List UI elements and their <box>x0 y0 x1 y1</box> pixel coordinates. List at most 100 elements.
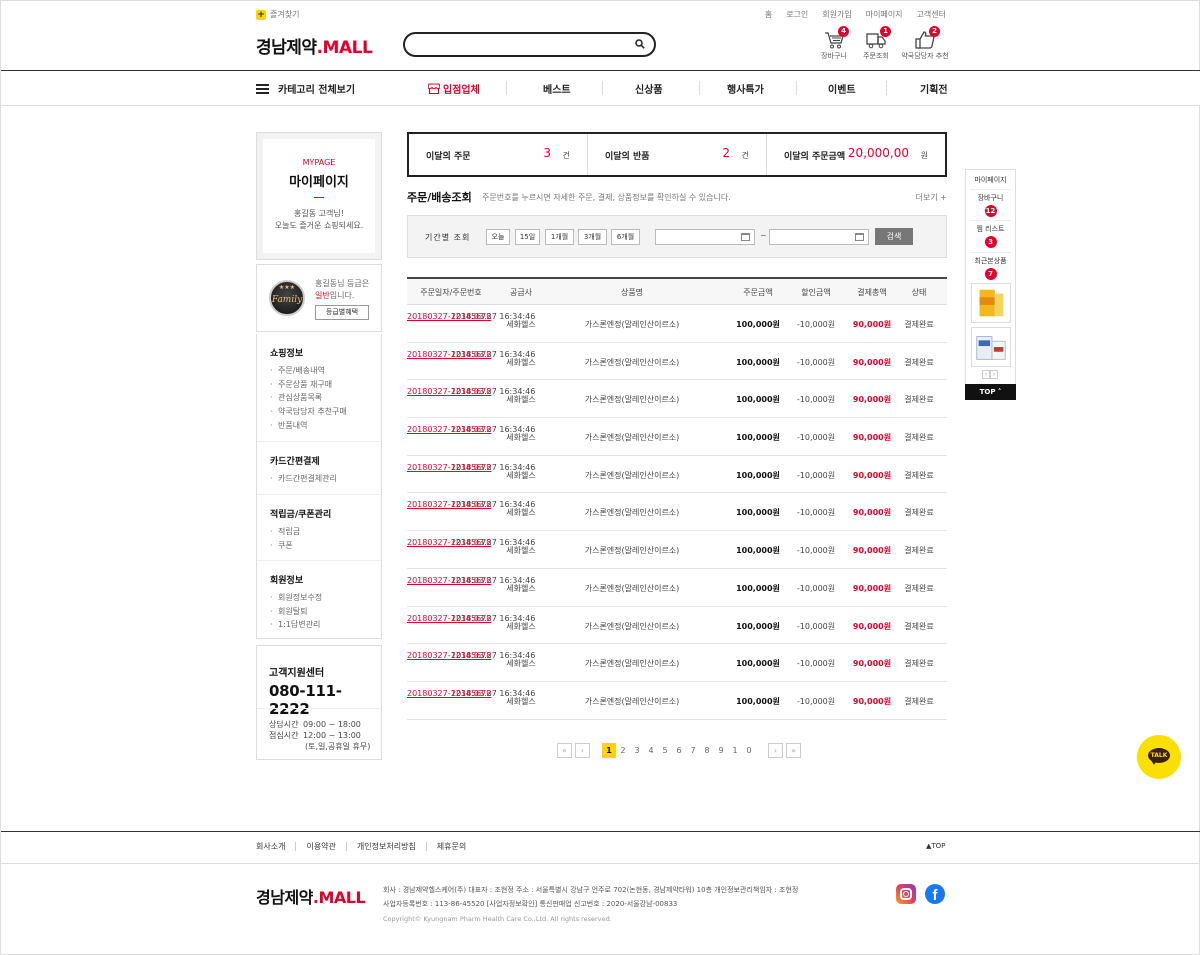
sidebar-item-reorder[interactable]: 주문상품 재구매 <box>270 378 368 392</box>
order-lookup-button[interactable]: 1 주문조회 <box>853 26 899 61</box>
page-2[interactable]: 2 <box>616 743 630 758</box>
calendar-icon[interactable] <box>855 233 864 241</box>
sidebar-item-wishlist[interactable]: 관심상품목록 <box>270 391 368 405</box>
order-number-link[interactable]: 20180327-12345678 <box>407 350 491 360</box>
status-cell: 결제완료 <box>904 659 934 669</box>
grade-benefit-button[interactable]: 등급별혜택 <box>315 305 369 320</box>
calendar-icon[interactable] <box>741 233 750 241</box>
page-10a[interactable]: 1 <box>728 743 742 758</box>
recent-next-button[interactable]: › <box>990 370 998 379</box>
sidebar-item-recommend[interactable]: 약국담당자 추천구매 <box>270 405 368 419</box>
product-name-cell[interactable]: 가스론엔정(말레인산이르소) <box>547 621 717 632</box>
page-10b[interactable]: 0 <box>742 743 756 758</box>
favorites-label: 즐겨찾기 <box>270 10 300 19</box>
prev-page-button[interactable]: ‹ <box>575 742 590 758</box>
scroll-top-button[interactable]: TOP ˄ <box>965 384 1016 400</box>
logo[interactable]: 경남제약.MALL <box>256 33 373 58</box>
top-link-home[interactable]: 홈 <box>765 9 772 20</box>
more-link[interactable]: 더보기 + <box>916 192 947 203</box>
order-number-link[interactable]: 20180327-12345678 <box>407 500 491 510</box>
sidebar-item-withdraw[interactable]: 회원탈퇴 <box>270 605 368 619</box>
start-date-field[interactable] <box>655 229 755 245</box>
quick-mypage[interactable]: 마이페이지 <box>966 175 1015 185</box>
page-6[interactable]: 6 <box>672 743 686 758</box>
next-page-button[interactable]: › <box>768 742 783 758</box>
footer-link-partner[interactable]: 제휴문의 <box>437 841 466 852</box>
sidebar-item-qna[interactable]: 1:1답변관리 <box>270 618 368 632</box>
top-link-cs[interactable]: 고객센터 <box>917 9 946 20</box>
nav-best[interactable]: 베스트 <box>543 81 571 96</box>
menu-group-title: 적립금/쿠폰관리 <box>270 510 332 520</box>
footer-top-link[interactable]: ▲TOP <box>926 842 945 850</box>
sidebar-item-card-pay[interactable]: 카드간편결제관리 <box>270 472 368 486</box>
product-name-cell[interactable]: 가스론엔정(말레인산이르소) <box>547 658 717 669</box>
search-icon[interactable] <box>635 39 645 49</box>
period-today-button[interactable]: 오늘 <box>486 229 510 245</box>
facebook-icon[interactable]: f <box>925 884 945 904</box>
order-number-link[interactable]: 20180327-12345678 <box>407 312 491 322</box>
nav-new[interactable]: 신상품 <box>635 81 663 96</box>
sidebar-item-orders[interactable]: 주문/배송내역 <box>270 364 368 378</box>
top-link-join[interactable]: 회원가입 <box>822 9 851 20</box>
recent-product-thumb[interactable] <box>971 283 1011 323</box>
footer-link-terms[interactable]: 이용약관 <box>306 841 335 852</box>
main-nav: 카테고리 전체보기 입점업체 베스트 신상품 행사특가 이벤트 기획전 <box>1 70 1200 106</box>
product-name-cell[interactable]: 가스론엔정(말레인산이르소) <box>547 545 717 556</box>
cart-button[interactable]: 4 장바구니 <box>811 26 857 61</box>
search-button[interactable]: 검색 <box>875 228 913 245</box>
nav-stores[interactable]: 입점업체 <box>427 81 480 96</box>
product-name-cell[interactable]: 가스론엔정(말레인산이르소) <box>547 507 717 518</box>
product-name-cell[interactable]: 가스론엔정(말레인산이르소) <box>547 394 717 405</box>
period-15d-button[interactable]: 15일 <box>515 229 540 245</box>
product-name-cell[interactable]: 가스론엔정(말레인산이르소) <box>547 432 717 443</box>
product-name-cell[interactable]: 가스론엔정(말레인산이르소) <box>547 696 717 707</box>
sidebar-item-edit-info[interactable]: 회원정보수정 <box>270 591 368 605</box>
product-name-cell[interactable]: 가스론엔정(말레인산이르소) <box>547 470 717 481</box>
top-link-mypage[interactable]: 마이페이지 <box>866 9 903 20</box>
quick-recent[interactable]: 최근본상품 7 <box>966 256 1015 280</box>
page-3[interactable]: 3 <box>630 743 644 758</box>
search-input[interactable] <box>417 37 627 52</box>
product-name-cell[interactable]: 가스론엔정(말레인산이르소) <box>547 319 717 330</box>
order-number-link[interactable]: 20180327-12345678 <box>407 463 491 473</box>
period-3m-button[interactable]: 3개월 <box>578 229 607 245</box>
pharmacist-recommend-button[interactable]: 2 약국담당자 추천 <box>897 26 953 61</box>
order-number-link[interactable]: 20180327-12345678 <box>407 689 491 699</box>
page-7[interactable]: 7 <box>686 743 700 758</box>
quick-wishlist[interactable]: 찜 리스트 3 <box>966 224 1015 248</box>
order-number-link[interactable]: 20180327-12345678 <box>407 387 491 397</box>
sidebar-item-points[interactable]: 적립금 <box>270 525 368 539</box>
page-1[interactable]: 1 <box>602 742 616 758</box>
page-8[interactable]: 8 <box>700 743 714 758</box>
sidebar-item-coupons[interactable]: 쿠폰 <box>270 539 368 553</box>
quick-cart[interactable]: 장바구니 12 <box>966 193 1015 217</box>
product-name-cell[interactable]: 가스론엔정(말레인산이르소) <box>547 357 717 368</box>
order-number-link[interactable]: 20180327-12345678 <box>407 538 491 548</box>
nav-sale[interactable]: 행사특가 <box>727 81 764 96</box>
favorites-link[interactable]: + 즐겨찾기 <box>256 9 299 20</box>
order-number-link[interactable]: 20180327-12345678 <box>407 651 491 661</box>
page-9[interactable]: 9 <box>714 743 728 758</box>
end-date-field[interactable] <box>769 229 869 245</box>
top-link-login[interactable]: 로그인 <box>786 9 808 20</box>
footer-link-about[interactable]: 회사소개 <box>256 841 285 852</box>
page-4[interactable]: 4 <box>644 743 658 758</box>
recent-product-thumb[interactable] <box>971 327 1011 367</box>
order-number-link[interactable]: 20180327-12345678 <box>407 576 491 586</box>
page-5[interactable]: 5 <box>658 743 672 758</box>
sidebar-item-returns[interactable]: 반품내역 <box>270 419 368 433</box>
kakao-talk-button[interactable]: TALK <box>1137 735 1181 779</box>
recent-prev-button[interactable]: ‹ <box>982 370 990 379</box>
nav-event[interactable]: 이벤트 <box>828 81 856 96</box>
period-6m-button[interactable]: 6개월 <box>611 229 640 245</box>
nav-plan[interactable]: 기획전 <box>920 81 948 96</box>
all-categories-button[interactable]: 카테고리 전체보기 <box>256 81 355 96</box>
order-number-link[interactable]: 20180327-12345678 <box>407 614 491 624</box>
period-1m-button[interactable]: 1개월 <box>545 229 574 245</box>
first-page-button[interactable]: « <box>557 742 572 758</box>
footer-link-privacy[interactable]: 개인정보처리방침 <box>357 841 416 852</box>
last-page-button[interactable]: » <box>786 742 801 758</box>
product-name-cell[interactable]: 가스론엔정(말레인산이르소) <box>547 583 717 594</box>
order-number-link[interactable]: 20180327-12345678 <box>407 425 491 435</box>
instagram-icon[interactable] <box>896 884 916 904</box>
